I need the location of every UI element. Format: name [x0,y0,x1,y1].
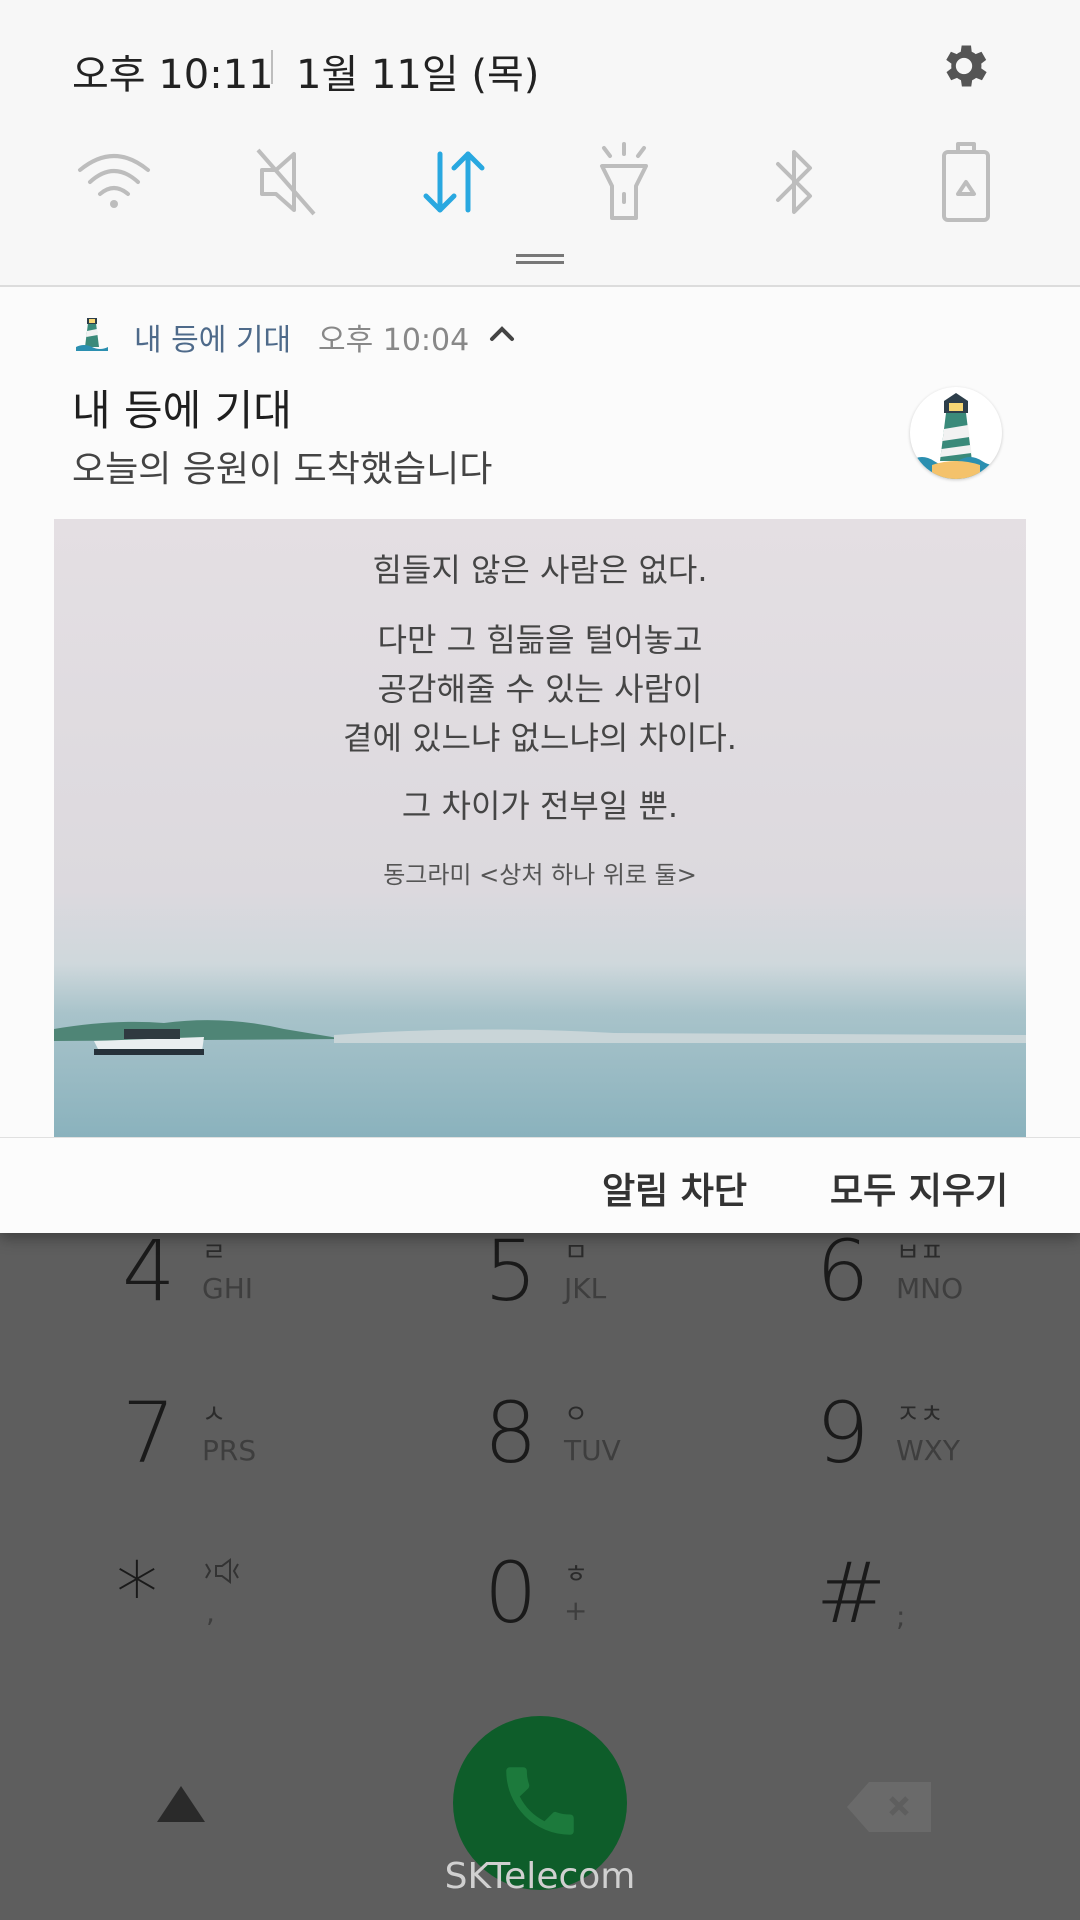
key-digit: # [816,1544,887,1642]
key-digit: 7 [122,1384,176,1482]
key-korean: ㅇ [564,1400,588,1430]
dialer-keypad: 4 ㄹ GHI 5 ㅁ JKL 6 ㅂㅍ MNO 7 ㅅ PRS 8 ㅇ TUV… [0,1222,1080,1920]
mute-icon[interactable] [248,140,328,224]
key-korean: ㅎ [564,1560,588,1590]
lighthouse-icon [910,393,1002,479]
dial-key-9[interactable]: 9 ㅈㅊ WXY [816,1384,1076,1514]
flashlight-icon[interactable] [584,140,664,224]
key-letters: JKL [564,1272,607,1305]
quote-line: 힘들지 않은 사람은 없다. [372,551,708,589]
clear-all-button[interactable]: 모두 지우기 [830,1162,1008,1214]
dial-key-6[interactable]: 6 ㅂㅍ MNO [816,1222,1076,1352]
notification-app-name: 내 등에 기대 [134,323,292,358]
block-notifications-button[interactable]: 알림 차단 [602,1162,747,1214]
triangle-up-icon[interactable] [155,1784,207,1824]
key-korean: ㅂㅍ [896,1238,944,1268]
carrier-label: SKTelecom [444,1856,636,1897]
dial-key-star[interactable]: * , [116,1544,376,1674]
lighthouse-icon [76,318,108,351]
quote-line: 곁에 있느냐 없느냐의 차이다. [343,719,737,757]
key-letters: , [206,1596,215,1629]
wifi-icon[interactable] [74,140,154,224]
dial-key-8[interactable]: 8 ㅇ TUV [484,1384,744,1514]
drag-handle[interactable] [516,254,564,264]
key-letters: PRS [202,1434,257,1467]
key-digit: 4 [122,1222,176,1320]
divider [271,50,273,84]
status-time: 오후 10:11 [72,52,274,98]
key-letters: WXY [896,1434,960,1467]
key-letters: TUV [564,1434,621,1467]
key-digit: 0 [484,1544,538,1642]
notification-title: 내 등에 기대 [72,386,292,435]
notification-shade: 오후 10:11 1월 11일 (목) 내 등에 기대 오후 10:04 내 등… [0,0,1080,1233]
key-letters: MNO [896,1272,964,1305]
backspace-icon[interactable] [845,1780,933,1834]
key-korean: ㅈㅊ [896,1400,944,1430]
quote-line: 공감해줄 수 있는 사람이 [377,670,703,708]
power-saving-icon[interactable] [926,140,1006,224]
key-digit: * [116,1544,158,1642]
phone-icon [506,1767,574,1835]
gear-icon[interactable] [936,38,992,94]
key-letters: ; [896,1600,906,1633]
quote-author: 동그라미 <상처 하나 위로 둘> [383,861,697,889]
dial-key-4[interactable]: 4 ㄹ GHI [122,1222,382,1352]
notification-time: 오후 10:04 [318,323,470,358]
key-digit: 8 [484,1384,538,1482]
app-large-icon [910,387,1002,479]
status-date: 1월 11일 (목) [296,52,540,98]
dial-key-hash[interactable]: # ; [816,1544,1076,1674]
notification-card[interactable]: 내 등에 기대 오후 10:04 내 등에 기대 오늘의 응원이 도착했습니다 [0,287,1080,1137]
notification-actions: 알림 차단 모두 지우기 [0,1137,1080,1233]
quick-settings [0,140,1080,230]
dial-key-5[interactable]: 5 ㅁ JKL [484,1222,744,1352]
key-korean: ㅁ [564,1238,588,1268]
dial-key-7[interactable]: 7 ㅅ PRS [122,1384,382,1514]
mobile-data-icon[interactable] [414,140,494,224]
key-digit: 9 [816,1384,870,1482]
bluetooth-icon[interactable] [754,140,834,224]
chevron-up-icon[interactable] [488,323,516,343]
notification-text: 오늘의 응원이 도착했습니다 [72,449,493,490]
key-korean: ㄹ [202,1238,226,1268]
vibrate-mute-icon [205,1558,239,1584]
key-korean: ㅅ [202,1400,226,1430]
quote-line: 그 차이가 전부일 뿐. [401,787,679,825]
status-row: 오후 10:11 1월 11일 (목) [0,0,1080,130]
key-letters: GHI [202,1272,254,1305]
notification-picture: 힘들지 않은 사람은 없다. 다만 그 힘듦을 털어놓고 공감해줄 수 있는 사… [54,519,1026,1137]
key-letters: + [564,1594,588,1627]
key-digit: 5 [484,1222,538,1320]
dial-key-0[interactable]: 0 ㅎ + [484,1544,744,1674]
quote-line: 다만 그 힘듦을 털어놓고 [377,621,703,659]
key-digit: 6 [816,1222,870,1320]
sea-illustration [54,1020,1026,1055]
